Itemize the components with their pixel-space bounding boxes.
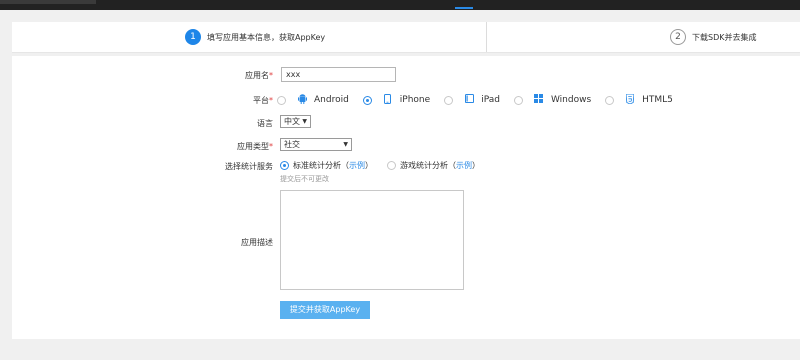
platform-option-html5[interactable]: HTML5	[605, 93, 673, 107]
stats-option-game[interactable]: 游戏统计分析 （ 示例 ）	[387, 160, 480, 171]
app-form-panel: 应用名* xxx 平台* Android iPhone iPad Windows…	[12, 56, 800, 339]
stats-service-options: 标准统计分析 （ 示例 ） 游戏统计分析 （ 示例 ）	[280, 160, 494, 171]
app-type-select[interactable]: 社交 ▼	[280, 138, 352, 151]
app-type-label-text: 应用类型	[237, 142, 269, 151]
platform-option-windows[interactable]: Windows	[513, 94, 592, 106]
step-divider	[486, 22, 487, 52]
top-navigation-bar	[0, 0, 800, 10]
platform-radio-html5[interactable]	[605, 95, 615, 105]
stats-radio-game[interactable]	[387, 161, 396, 170]
platform-name-html5: HTML5	[642, 95, 673, 105]
paren-close: ）	[365, 161, 373, 170]
step-2: 2 下载SDK并去集成	[670, 28, 756, 46]
submit-button[interactable]: 提交并获取AppKey	[280, 301, 370, 319]
paren-close: ）	[472, 161, 480, 170]
description-label: 应用描述	[241, 238, 273, 247]
step-2-label: 下载SDK并去集成	[692, 32, 757, 42]
platform-radio-ipad[interactable]	[444, 95, 454, 105]
platform-radio-windows[interactable]	[513, 95, 523, 105]
stats-option-game-label: 游戏统计分析	[400, 161, 448, 170]
app-name-input[interactable]: xxx	[281, 67, 396, 82]
stats-radio-standard[interactable]	[280, 161, 289, 170]
platform-name-iphone: iPhone	[399, 95, 431, 105]
platform-option-iphone[interactable]: iPhone	[362, 93, 431, 107]
app-type-label: 应用类型*	[153, 141, 273, 152]
step-1: 1 填写应用基本信息，获取AppKey	[185, 28, 325, 46]
language-label: 语言	[257, 119, 273, 128]
step-1-number: 1	[185, 29, 201, 45]
example-link-game[interactable]: 示例	[456, 160, 472, 171]
nav-brand-area[interactable]	[0, 0, 96, 4]
html5-icon	[625, 93, 635, 107]
platform-label-text: 平台	[253, 96, 269, 105]
language-select[interactable]: 中文 ▼	[280, 115, 311, 128]
stats-service-label: 选择统计服务	[225, 162, 273, 171]
stats-option-standard[interactable]: 标准统计分析 （ 示例 ）	[280, 160, 373, 171]
app-name-label: 应用名*	[153, 70, 273, 81]
windows-icon	[534, 94, 544, 106]
platform-name-ipad: iPad	[481, 95, 500, 105]
required-mark: *	[269, 96, 273, 105]
paren-open: （	[448, 161, 456, 170]
phone-icon	[383, 93, 393, 107]
platform-label: 平台*	[153, 95, 273, 106]
platform-options: Android iPhone iPad Windows HTML5	[277, 93, 687, 107]
app-name-label-text: 应用名	[245, 71, 269, 80]
language-select-value: 中文	[284, 117, 300, 126]
required-mark: *	[269, 142, 273, 151]
example-link-standard[interactable]: 示例	[349, 160, 365, 171]
required-mark: *	[269, 71, 273, 80]
dropdown-arrow-icon: ▼	[302, 118, 307, 125]
description-textarea[interactable]	[280, 190, 464, 290]
dropdown-arrow-icon: ▼	[343, 141, 348, 148]
step-2-number: 2	[670, 29, 686, 45]
platform-option-android[interactable]: Android	[277, 93, 349, 107]
platform-name-android: Android	[314, 95, 349, 105]
step-1-label: 填写应用基本信息，获取AppKey	[207, 32, 326, 42]
app-type-select-value: 社交	[284, 140, 300, 149]
platform-radio-android[interactable]	[277, 95, 286, 105]
platform-name-windows: Windows	[550, 95, 592, 105]
paren-open: （	[341, 161, 349, 170]
step-progress-bar: 1 填写应用基本信息，获取AppKey 2 下载SDK并去集成	[12, 22, 800, 53]
tablet-icon	[464, 94, 474, 106]
active-nav-indicator	[455, 7, 473, 9]
stats-option-standard-label: 标准统计分析	[293, 161, 341, 170]
android-icon	[297, 93, 307, 107]
platform-radio-iphone[interactable]	[362, 95, 372, 105]
platform-option-ipad[interactable]: iPad	[444, 94, 500, 106]
stats-service-hint: 提交后不可更改	[280, 175, 329, 183]
